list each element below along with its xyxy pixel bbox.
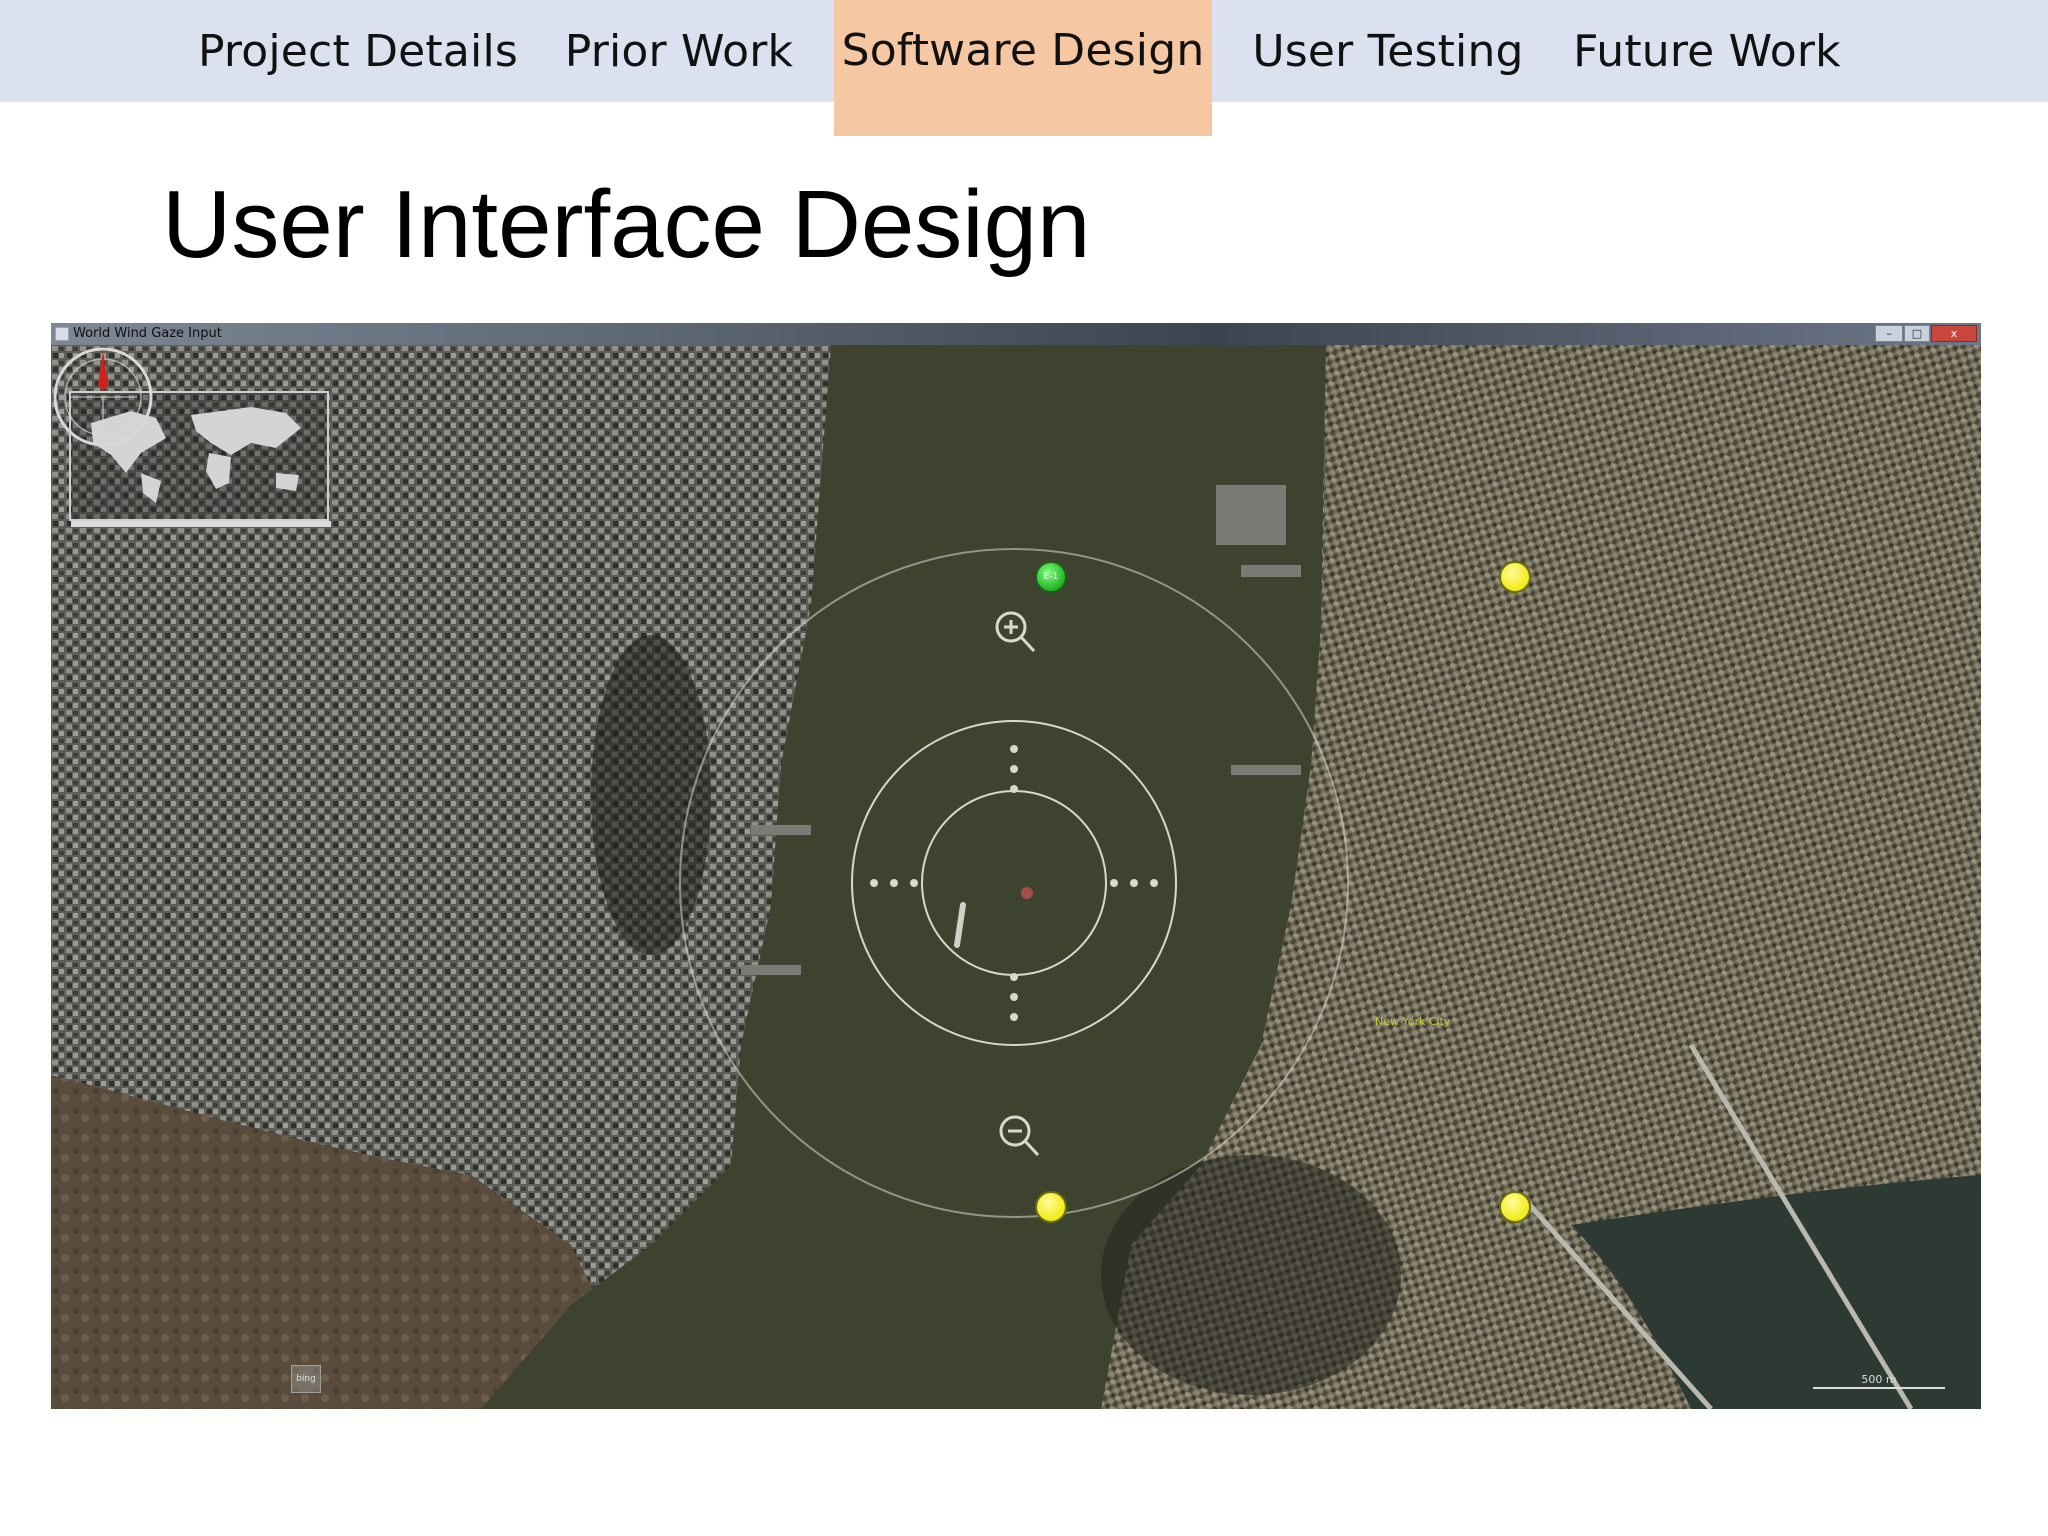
map-view[interactable]: E-1 New York City bing 500 m: [51, 345, 1981, 1409]
scale-line: [1813, 1387, 1945, 1389]
tab-project-details[interactable]: Project Details: [195, 0, 521, 102]
maximize-button[interactable]: □: [1904, 325, 1930, 342]
tab-software-design[interactable]: Software Design: [834, 0, 1212, 136]
window-titlebar[interactable]: World Wind Gaze Input – □ x: [51, 323, 1981, 345]
tab-user-testing[interactable]: User Testing: [1244, 0, 1532, 102]
poi-marker-yellow[interactable]: [1499, 561, 1531, 593]
minimize-button[interactable]: –: [1875, 325, 1903, 342]
compass-icon[interactable]: [51, 345, 155, 449]
crosshair-icon: [1021, 887, 1033, 899]
close-button[interactable]: x: [1931, 325, 1977, 342]
tab-prior-work[interactable]: Prior Work: [548, 0, 810, 102]
map-city-label: New York City: [1375, 1015, 1451, 1028]
scale-label: 500 m: [1861, 1373, 1897, 1386]
application-window: World Wind Gaze Input – □ x E-1 New York…: [51, 323, 1981, 1409]
minimap-scrollbar[interactable]: [71, 521, 331, 527]
poi-marker-green[interactable]: E-1: [1035, 561, 1067, 593]
satellite-map: [51, 345, 1981, 1409]
poi-marker-yellow[interactable]: [1499, 1191, 1531, 1223]
poi-marker-yellow[interactable]: [1035, 1191, 1067, 1223]
app-icon: [55, 327, 69, 341]
navigation-bar: Project Details Prior Work Software Desi…: [0, 0, 2048, 136]
map-scale-bar: 500 m: [1813, 1373, 1945, 1391]
map-provider-logo: bing: [291, 1365, 321, 1393]
tab-future-work[interactable]: Future Work: [1562, 0, 1852, 102]
window-title: World Wind Gaze Input: [73, 326, 222, 341]
page-title: User Interface Design: [162, 171, 1091, 278]
